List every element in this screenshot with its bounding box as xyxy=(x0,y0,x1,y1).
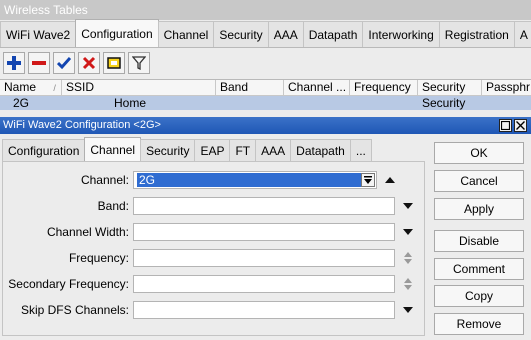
tab-aaa[interactable]: AAA xyxy=(267,21,304,47)
disable-button[interactable]: Disable xyxy=(434,230,524,252)
comment-button[interactable] xyxy=(103,52,125,74)
column-channel[interactable]: Channel ... xyxy=(284,80,350,95)
tab-more[interactable]: A xyxy=(513,21,531,47)
dialog-title: WiFi Wave2 Configuration <2G> xyxy=(3,119,161,131)
dialog-tab-aaa[interactable]: AAA xyxy=(255,139,292,161)
channel-dropdown-button[interactable] xyxy=(361,173,375,187)
tab-wifi-wave2[interactable]: WiFi Wave2 xyxy=(0,21,77,47)
dialog-tab-bar: Configuration Channel Security EAP FT AA… xyxy=(2,137,372,161)
dialog-body: Configuration Channel Security EAP FT AA… xyxy=(0,134,531,340)
frequency-spinner[interactable] xyxy=(401,249,415,267)
table-header: Name / SSID Band Channel ... Frequency S… xyxy=(0,79,531,96)
channel-width-dropdown-button[interactable] xyxy=(401,223,415,241)
skip-dfs-channels-select[interactable] xyxy=(133,301,395,319)
spinner-icon xyxy=(404,252,412,264)
table-row[interactable]: 2G Home Security xyxy=(0,96,531,110)
ok-button[interactable]: OK xyxy=(434,142,524,164)
frequency-input[interactable] xyxy=(133,249,395,267)
column-passphrase[interactable]: Passphr xyxy=(482,80,531,95)
maximize-icon xyxy=(501,121,510,130)
cell-band xyxy=(216,96,284,110)
channel-select[interactable]: 2G xyxy=(133,171,377,189)
dialog-tab-eap[interactable]: EAP xyxy=(194,139,231,161)
remove-button[interactable] xyxy=(28,52,50,74)
skip-dfs-channels-label: Skip DFS Channels: xyxy=(20,303,129,317)
dialog-tab-security[interactable]: Security xyxy=(140,139,196,161)
channel-label: Channel: xyxy=(80,173,129,187)
disable-button[interactable] xyxy=(78,52,100,74)
column-security[interactable]: Security xyxy=(418,80,482,95)
filter-icon xyxy=(132,56,146,70)
band-label: Band: xyxy=(97,199,129,213)
column-frequency[interactable]: Frequency xyxy=(350,80,418,95)
secondary-frequency-input[interactable] xyxy=(133,275,395,293)
channel-panel: Channel: 2G Band: Channel Width: Frequen… xyxy=(2,161,425,336)
filter-button[interactable] xyxy=(128,52,150,74)
dialog-tab-more[interactable]: ... xyxy=(349,139,372,161)
collapse-arrow-icon xyxy=(385,177,395,183)
field-row-secondary-frequency: Secondary Frequency: xyxy=(3,275,423,293)
cell-ssid: Home xyxy=(114,96,147,110)
cell-frequency xyxy=(350,96,418,110)
tab-datapath[interactable]: Datapath xyxy=(302,21,364,47)
column-band[interactable]: Band xyxy=(216,80,284,95)
cell-name: 2G xyxy=(13,96,30,110)
secondary-frequency-spinner[interactable] xyxy=(401,275,415,293)
dropdown-arrow-icon xyxy=(403,229,413,235)
comment-button[interactable]: Comment xyxy=(434,258,524,280)
tab-registration[interactable]: Registration xyxy=(438,21,515,47)
dropdown-arrow-icon xyxy=(403,307,413,313)
field-row-frequency: Frequency: xyxy=(3,249,423,267)
close-icon xyxy=(516,121,525,130)
cell-channel xyxy=(284,96,350,110)
cross-icon xyxy=(82,56,96,70)
background-window-title: Wireless Tables xyxy=(0,0,531,20)
dialog-tab-channel[interactable]: Channel xyxy=(84,137,142,161)
dialog-tab-ft[interactable]: FT xyxy=(229,139,257,161)
close-button[interactable] xyxy=(514,119,527,132)
dropdown-arrow-icon xyxy=(403,203,413,209)
frequency-label: Frequency: xyxy=(68,251,129,265)
comment-icon xyxy=(107,57,121,69)
maximize-button[interactable] xyxy=(499,119,512,132)
cell-passphrase xyxy=(482,96,531,110)
toolbar xyxy=(0,48,531,78)
dialog-title-bar[interactable]: WiFi Wave2 Configuration <2G> xyxy=(0,117,531,134)
remove-icon xyxy=(32,61,46,65)
tab-interworking[interactable]: Interworking xyxy=(362,21,440,47)
channel-collapse-button[interactable] xyxy=(383,171,397,189)
cell-security: Security xyxy=(422,96,466,110)
skip-dfs-channels-dropdown-button[interactable] xyxy=(401,301,415,319)
spinner-icon xyxy=(404,278,412,290)
secondary-frequency-label: Secondary Frequency: xyxy=(8,277,129,291)
band-select[interactable] xyxy=(133,197,395,215)
field-row-channel: Channel: 2G xyxy=(3,171,423,189)
tab-configuration[interactable]: Configuration xyxy=(75,19,159,47)
column-name[interactable]: Name / xyxy=(0,80,62,95)
column-ssid[interactable]: SSID xyxy=(62,80,216,95)
remove-button[interactable]: Remove xyxy=(434,313,524,335)
apply-button[interactable]: Apply xyxy=(434,198,524,220)
dropdown-arrow-icon xyxy=(364,176,372,184)
band-dropdown-button[interactable] xyxy=(401,197,415,215)
field-row-band: Band: xyxy=(3,197,423,215)
cancel-button[interactable]: Cancel xyxy=(434,170,524,192)
channel-value: 2G xyxy=(137,173,361,187)
checkmark-icon xyxy=(57,57,71,70)
add-button[interactable] xyxy=(3,52,25,74)
dialog-tab-datapath[interactable]: Datapath xyxy=(290,139,351,161)
dialog-tab-configuration[interactable]: Configuration xyxy=(2,139,86,161)
field-row-channel-width: Channel Width: xyxy=(3,223,423,241)
channel-width-select[interactable] xyxy=(133,223,395,241)
tab-channel[interactable]: Channel xyxy=(157,21,215,47)
copy-button[interactable]: Copy xyxy=(434,285,524,307)
enable-button[interactable] xyxy=(53,52,75,74)
tab-security[interactable]: Security xyxy=(213,21,269,47)
background-tab-bar: WiFi Wave2 Configuration Channel Securit… xyxy=(0,19,531,48)
add-icon xyxy=(7,56,21,70)
channel-width-label: Channel Width: xyxy=(46,225,129,239)
field-row-skip-dfs-channels: Skip DFS Channels: xyxy=(3,301,423,319)
